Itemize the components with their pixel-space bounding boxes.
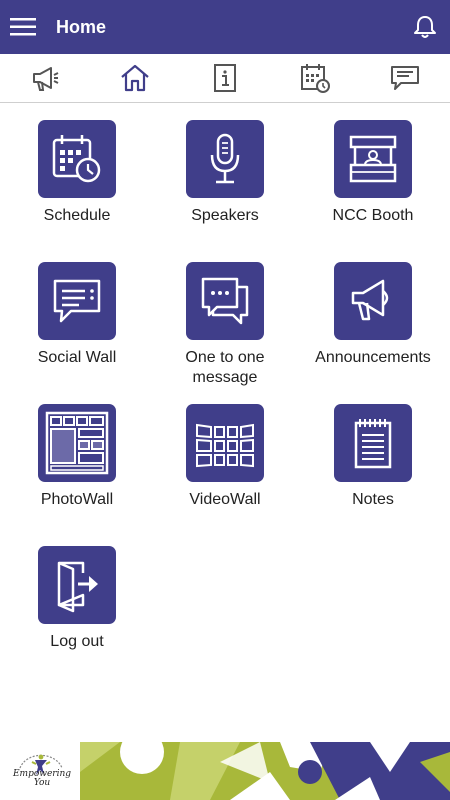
announcements-item[interactable]: Announcements [303, 262, 443, 368]
tab-home[interactable] [105, 54, 165, 102]
page-title: Home [56, 17, 107, 37]
schedule-item[interactable]: Schedule [7, 120, 147, 226]
ncc-booth-label: NCC Booth [332, 207, 414, 224]
chat-icon [391, 66, 419, 90]
schedule-label: Schedule [43, 207, 111, 224]
ncc-booth-item[interactable]: NCC Booth [303, 120, 443, 226]
hamburger-menu-icon[interactable] [10, 14, 38, 40]
one-to-one-label: One to one message [185, 349, 265, 386]
announcements-tile[interactable] [334, 262, 412, 340]
logout-icon [57, 561, 98, 613]
announcements-label: Announcements [315, 349, 431, 366]
speakers-tile[interactable] [186, 120, 264, 198]
social-wall-tile[interactable] [38, 262, 116, 340]
one-to-one-item[interactable]: One to one message [155, 262, 295, 388]
videowall-item[interactable]: VideoWall [155, 404, 295, 510]
info-icon [214, 64, 236, 92]
logout-label: Log out [50, 633, 104, 650]
megaphone-icon [33, 67, 59, 91]
notepad-icon [354, 419, 392, 469]
logout-item[interactable]: Log out [7, 546, 147, 652]
notes-tile[interactable] [334, 404, 412, 482]
social-wall-label: Social Wall [37, 349, 117, 366]
conversation-icon [201, 277, 249, 325]
logo-text: Empowering You [12, 769, 72, 788]
calendar-clock-icon [301, 64, 330, 93]
calendar-clock-icon [52, 135, 101, 183]
one-to-one-tile[interactable] [186, 262, 264, 340]
ncc-booth-tile[interactable] [334, 120, 412, 198]
tab-bar [0, 54, 450, 103]
schedule-tile[interactable] [38, 120, 116, 198]
speakers-label: Speakers [191, 207, 259, 224]
footer-banner: Empowering You [0, 742, 450, 800]
megaphone-icon [351, 279, 389, 321]
notes-item[interactable]: Notes [303, 404, 443, 510]
video-wall-icon [196, 423, 254, 468]
videowall-label: VideoWall [189, 491, 261, 508]
tab-announcements[interactable] [15, 54, 75, 102]
chat-bubble-icon [53, 279, 101, 323]
photowall-item[interactable]: PhotoWall [7, 404, 147, 510]
videowall-tile[interactable] [186, 404, 264, 482]
home-icon [121, 64, 149, 92]
photowall-label: PhotoWall [40, 491, 114, 508]
logout-tile[interactable] [38, 546, 116, 624]
bell-icon[interactable] [412, 14, 438, 40]
tab-schedule[interactable] [285, 54, 345, 102]
photo-grid-icon [45, 411, 109, 475]
photowall-tile[interactable] [38, 404, 116, 482]
tab-chat[interactable] [375, 54, 435, 102]
app-bar: Home [0, 0, 450, 54]
microphone-icon [210, 133, 240, 184]
tab-info[interactable] [195, 54, 255, 102]
notes-label: Notes [352, 491, 394, 508]
speakers-item[interactable]: Speakers [155, 120, 295, 226]
social-wall-item[interactable]: Social Wall [7, 262, 147, 368]
decorative-graphic [80, 742, 450, 800]
booth-icon [349, 135, 397, 183]
